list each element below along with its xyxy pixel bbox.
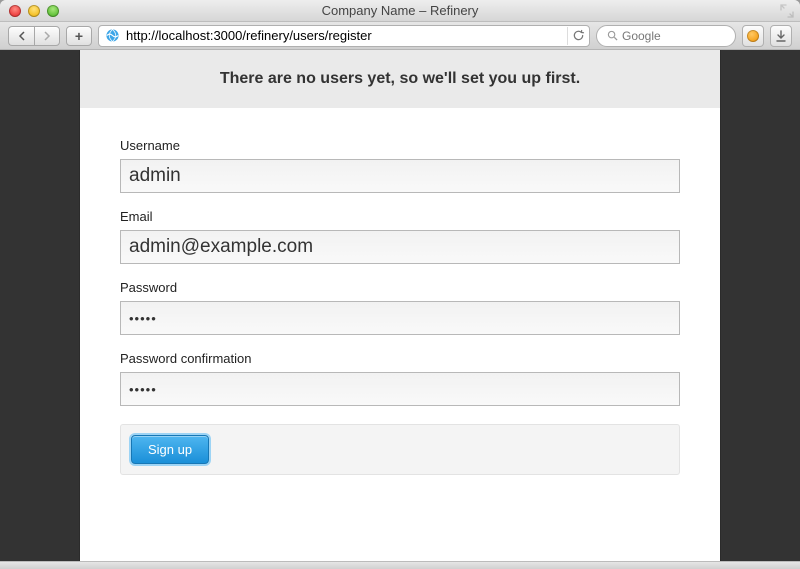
password-confirm-field-group: Password confirmation [120,351,680,406]
page-content: There are no users yet, so we'll set you… [80,50,720,561]
reader-icon [747,30,759,42]
email-label: Email [120,209,680,224]
downloads-button[interactable] [770,25,792,47]
browser-toolbar: + Google [0,22,800,50]
titlebar: Company Name – Refinery [0,0,800,22]
globe-icon [105,28,120,43]
back-button[interactable] [8,26,34,46]
password-field-group: Password [120,280,680,335]
reader-button[interactable] [742,25,764,47]
register-form: Username Email Password Password confirm… [80,108,720,497]
download-icon [775,30,787,42]
email-input[interactable] [120,230,680,264]
password-confirm-input[interactable] [120,372,680,406]
search-placeholder: Google [622,29,661,43]
banner-message: There are no users yet, so we'll set you… [80,50,720,108]
password-label: Password [120,280,680,295]
form-actions: Sign up [120,424,680,475]
username-input[interactable] [120,159,680,193]
password-confirm-label: Password confirmation [120,351,680,366]
window-title: Company Name – Refinery [0,3,800,18]
fullscreen-icon[interactable] [780,4,794,18]
add-bookmark-button[interactable]: + [66,26,92,46]
reload-icon[interactable] [567,27,585,45]
address-bar[interactable] [98,25,590,47]
url-input[interactable] [126,28,561,43]
page-viewport: There are no users yet, so we'll set you… [0,50,800,561]
username-label: Username [120,138,680,153]
forward-button[interactable] [34,26,60,46]
sign-up-button[interactable]: Sign up [131,435,209,464]
browser-window: Company Name – Refinery + Google [0,0,800,569]
status-bar [0,561,800,569]
email-field-group: Email [120,209,680,264]
password-input[interactable] [120,301,680,335]
username-field-group: Username [120,138,680,193]
search-icon [607,30,618,41]
search-field[interactable]: Google [596,25,736,47]
